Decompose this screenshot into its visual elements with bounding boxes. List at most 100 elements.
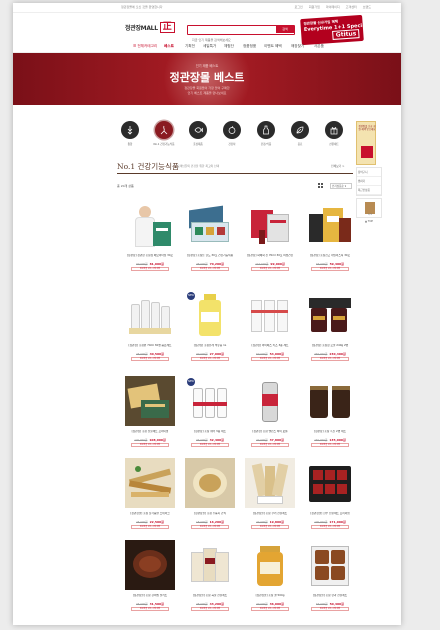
original-price: 35,000원 xyxy=(136,603,148,606)
nav-genuine[interactable]: 정품정품 xyxy=(243,44,256,49)
hero-banner: 인기 제품 베스트 정관장몰 베스트 정관장몰 회원들이 가장 많이 구매한 인… xyxy=(13,53,401,105)
product-name: [정관장] 홍삼 워터 3종 세트 xyxy=(194,430,226,433)
product-card[interactable]: [정관장] 화애락 진 70ml 30포 여성건강 110,000원 99,000… xyxy=(245,200,295,271)
product-card[interactable]: [정관장몰] 홍삼 곡물 선물세트 48,000원 43,200원 정관장몰 단독… xyxy=(185,540,235,611)
product-card[interactable]: [정관장몰] 홍삼 갈비찜 밀키트 35,000원 31,500원 정관장몰 단독… xyxy=(125,540,175,611)
nav-best[interactable]: 베스트 xyxy=(164,44,174,49)
site-logo[interactable]: 정관장MALL 正 xyxy=(125,22,175,33)
product-card[interactable]: [정관장몰] 홍삼 누룽지 간식 18,000원 16,200원 정관장몰 단독 … xyxy=(185,458,235,529)
product-card[interactable]: [정관장] 홍삼 선물세트 프리미엄 120,000원 108,000원 정관장몰… xyxy=(125,376,175,447)
original-price: 36,000원 xyxy=(196,439,208,442)
leaf-icon xyxy=(291,121,309,139)
grid-view-icon[interactable] xyxy=(318,183,323,188)
nav-sale[interactable]: 세일특가 xyxy=(203,44,216,49)
product-card[interactable]: [정관장몰] 한우 선물세트 프리미엄 190,000원 171,000원 정관장… xyxy=(305,458,355,529)
nav-trial[interactable]: 체험단 xyxy=(224,44,234,49)
product-tag: 정관장몰 단독 구매 혜택 xyxy=(191,357,229,361)
product-card[interactable]: [정관장] 홍삼 밸런스 하이 보틀 42,000원 37,800원 정관장몰 단… xyxy=(245,376,295,447)
original-price: 22,000원 xyxy=(256,521,268,524)
sale-price: 50,400원 xyxy=(329,602,344,606)
product-tag: 정관장몰 단독 구매 혜택 xyxy=(251,607,289,611)
logo-mark: 正 xyxy=(159,22,175,33)
product-image: NEW xyxy=(185,376,235,426)
product-tag: 정관장몰 단독 구매 혜택 xyxy=(311,525,349,529)
category-label: 음료 xyxy=(297,143,303,146)
product-name: [정관장몰] 홍삼 한과 선물세트 xyxy=(312,594,348,597)
nav-store-finder[interactable]: 매장찾기 xyxy=(291,44,304,49)
original-price: 256,000원 xyxy=(314,353,328,356)
sort-select[interactable]: 인기상품순 ▾ xyxy=(330,183,352,189)
product-name: [정관장몰] 홍삼 갈비찜 밀키트 xyxy=(132,594,168,597)
sale-price: 31,500원 xyxy=(149,602,164,606)
product-card[interactable]: NEW [정관장] 홍삼 워터 3종 세트 36,000원 32,400원 정관장… xyxy=(185,376,235,447)
product-image xyxy=(125,458,175,508)
side-recent-product[interactable]: 1/1 xyxy=(356,198,382,218)
nav-gift[interactable]: 사은품 xyxy=(314,44,324,49)
product-price: 78,000원 70,200원 xyxy=(185,262,235,266)
product-card[interactable]: [정관장] 홍삼 흑진 2병 세트 150,000원 135,000원 정관장몰 … xyxy=(305,376,355,447)
side-quick-panel: 정관장몰 신규 회원 혜택 받으세요 장바구니 찜하기 최근본상품 1/1 ▲ … xyxy=(356,121,383,223)
product-tag: 정관장몰 단독 구매 혜택 xyxy=(131,443,169,447)
product-tag: 정관장몰 단독 구매 혜택 xyxy=(191,607,229,611)
product-card[interactable]: [정관장] 홍삼원 70ml 30병 음료세트 45,000원 40,500원 정… xyxy=(125,290,175,361)
nav-event[interactable]: 이벤트 혜택 xyxy=(264,44,282,49)
new-badge: NEW xyxy=(187,378,195,386)
sale-price: 19,800원 xyxy=(269,520,284,524)
product-card[interactable]: [정관장몰] 홍삼 꿀 500g 40,000원 36,000원 정관장몰 단독 … xyxy=(245,540,295,611)
nav-all-categories[interactable]: ☰ 전체카테고리 xyxy=(133,44,157,49)
recent-page-indicator: 1/1 xyxy=(368,213,372,216)
product-tag: 정관장몰 단독 구매 혜택 xyxy=(251,267,289,271)
category-tab-red-ginseng[interactable]: 홍삼제품 xyxy=(185,121,211,146)
original-price: 60,000원 xyxy=(256,353,268,356)
side-ad-banner[interactable]: 정관장몰 신규 회원 혜택 받으세요 xyxy=(356,121,376,165)
product-image xyxy=(305,200,355,250)
login-link[interactable]: 로그인 xyxy=(295,5,303,9)
section-more-link[interactable]: 전체보기 > xyxy=(331,164,345,168)
product-card[interactable]: [정관장] 홍삼정 로얄 240g 2병 256,000원 230,400원 정관… xyxy=(305,290,355,361)
original-price: 190,000원 xyxy=(314,521,328,524)
sale-price: 70,200원 xyxy=(209,262,224,266)
side-ad-product-image xyxy=(361,146,373,158)
section-description: 고객님들의 건강을 위한 최고의 선택 xyxy=(177,164,220,168)
category-tab-gift-set[interactable]: 선물세트 xyxy=(321,121,347,146)
section-divider xyxy=(117,173,353,174)
side-link-recent[interactable]: 최근본상품 xyxy=(357,186,381,195)
product-card[interactable]: [정관장] 홍삼톤 골드 30포 건강기능식품 78,000원 70,200원 정… xyxy=(185,200,235,271)
product-card[interactable]: [정관장몰] 홍삼 쿠키 선물세트 22,000원 19,800원 정관장몰 단독… xyxy=(245,458,295,529)
category-tab-tea[interactable]: 건강차 xyxy=(219,121,245,146)
product-tag: 정관장몰 단독 구매 혜택 xyxy=(131,357,169,361)
product-name: [정관장] 홍삼 밸런스 하이 보틀 xyxy=(252,430,288,433)
category-tab-drink[interactable]: 음료 xyxy=(287,121,313,146)
category-tab-health-food[interactable]: No.1 건강기능식품 xyxy=(151,121,177,146)
product-price: 48,000원 43,200원 xyxy=(185,602,235,606)
signup-link[interactable]: 회원가입 xyxy=(309,5,320,9)
side-link-cart[interactable]: 장바구니 xyxy=(357,168,381,177)
brand-link[interactable]: 브랜드 xyxy=(363,5,371,9)
customer-center-link[interactable]: 고객센터 xyxy=(346,5,357,9)
side-link-wishlist[interactable]: 찜하기 xyxy=(357,177,381,186)
product-card[interactable]: NEW [정관장] 홍삼유래 석류즙 1L 30,000원 27,000원 정관장… xyxy=(185,290,235,361)
original-price: 18,000원 xyxy=(196,521,208,524)
product-card[interactable]: [정관장] 아이패스 키즈 3종 세트 60,000원 54,000원 정관장몰 … xyxy=(245,290,295,361)
original-price: 78,000원 xyxy=(196,263,208,266)
search-button[interactable]: 검색 xyxy=(276,26,294,33)
list-toolbar: 총 20개 상품 인기상품순 ▾ xyxy=(117,183,353,191)
product-card[interactable]: [정관장] 홍삼진고 데일리스틱 30포 66,000원 59,400원 정관장몰… xyxy=(305,200,355,271)
product-price: 40,000원 36,000원 xyxy=(245,602,295,606)
scroll-top-button[interactable]: ▲ TOP xyxy=(356,220,382,223)
apple-icon xyxy=(223,121,241,139)
sale-price: 135,000원 xyxy=(329,438,346,442)
product-image xyxy=(125,290,175,340)
category-label: 건강차 xyxy=(228,143,236,146)
category-tab-food[interactable]: 건강/식품 xyxy=(253,121,279,146)
category-tab-all[interactable]: 종합 xyxy=(117,121,143,146)
nav-exhibition[interactable]: 기획전 xyxy=(185,44,195,49)
product-image xyxy=(305,376,355,426)
product-card[interactable]: [정관장몰] 홍삼 한과 선물세트 56,000원 50,400원 정관장몰 단독… xyxy=(305,540,355,611)
product-card[interactable]: [정관장몰] 홍삼 닭가슴살 스테이크 25,000원 22,500원 정관장몰 … xyxy=(125,458,175,529)
product-price: 66,000원 59,400원 xyxy=(305,262,355,266)
product-name: [정관장몰] 한우 선물세트 프리미엄 xyxy=(310,512,350,515)
product-image xyxy=(245,458,295,508)
mypage-link[interactable]: 마이페이지 xyxy=(326,5,340,9)
product-card[interactable]: [정관장] 정관장 홍삼정 에브리타임 30포 90,000원 81,000원 정… xyxy=(125,200,175,271)
